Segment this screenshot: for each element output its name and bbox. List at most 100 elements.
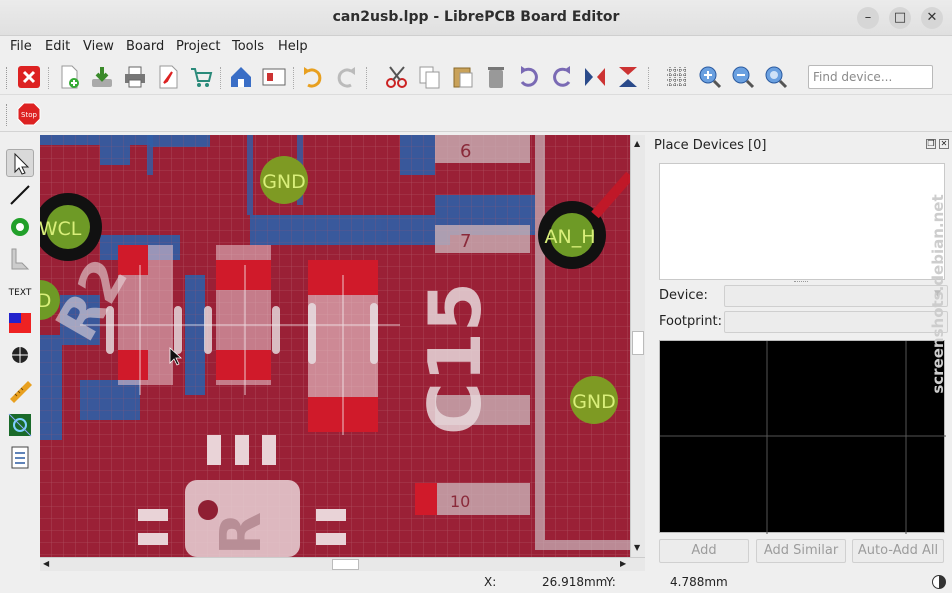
add-button[interactable]: Add: [659, 539, 749, 563]
flip-vertical-icon[interactable]: [615, 64, 641, 90]
toolbar-grip[interactable]: [6, 104, 9, 126]
menu-tools[interactable]: Tools: [232, 39, 264, 54]
canvas-label-can-h: AN_H: [545, 226, 596, 248]
title-bar: can2usb.lpp - LibrePCB Board Editor – □ …: [0, 0, 952, 36]
menu-bar: File Edit View Board Project Tools Help: [0, 37, 952, 59]
toolbar-separator: [366, 67, 368, 89]
grid-icon[interactable]: [664, 64, 690, 90]
menu-file[interactable]: File: [10, 39, 32, 54]
flip-horizontal-icon[interactable]: [582, 64, 608, 90]
rotate-ccw-icon[interactable]: [516, 64, 542, 90]
dock-close-icon[interactable]: ✕: [939, 139, 949, 149]
control-panel-icon[interactable]: [228, 64, 254, 90]
status-bar: X: 26.918mm Y: 4.788mm: [0, 573, 952, 593]
close-project-icon[interactable]: [16, 64, 42, 90]
board-setup-icon[interactable]: [6, 411, 34, 439]
dock-title: Place Devices [0]: [654, 138, 767, 153]
y-label: Y:: [606, 575, 616, 589]
toolbar-grip[interactable]: [6, 67, 9, 89]
copy-icon[interactable]: [417, 64, 443, 90]
maximize-button[interactable]: □: [889, 7, 911, 29]
scroll-down-icon[interactable]: ▼: [634, 543, 640, 552]
checklist-icon[interactable]: [6, 443, 34, 471]
delete-icon[interactable]: [483, 64, 509, 90]
find-device-input[interactable]: [808, 65, 933, 89]
splitter-handle[interactable]: [794, 281, 808, 284]
draw-polygon-icon[interactable]: [6, 245, 34, 273]
device-select[interactable]: ▼: [724, 285, 948, 307]
new-icon[interactable]: [56, 64, 82, 90]
vertical-scroll-thumb[interactable]: [632, 331, 644, 355]
menu-board[interactable]: Board: [126, 39, 164, 54]
horizontal-scroll-thumb[interactable]: [332, 559, 359, 570]
zoom-out-icon[interactable]: [730, 64, 756, 90]
add-hole-icon[interactable]: [6, 341, 34, 369]
toolbar-separator: [220, 67, 222, 89]
add-similar-button[interactable]: Add Similar: [756, 539, 846, 563]
scroll-up-icon[interactable]: ▲: [634, 139, 640, 148]
footprint-select[interactable]: [724, 311, 948, 333]
menu-edit[interactable]: Edit: [45, 39, 70, 54]
scroll-right-icon[interactable]: ▶: [620, 559, 626, 568]
y-value: 4.788mm: [670, 575, 728, 589]
footprint-label: Footprint:: [659, 314, 722, 329]
paste-icon[interactable]: [450, 64, 476, 90]
export-pdf-icon[interactable]: [155, 64, 181, 90]
auto-add-all-button[interactable]: Auto-Add All: [852, 539, 944, 563]
add-plane-icon[interactable]: [6, 309, 34, 337]
canvas-label-gnd-top: GND: [262, 171, 306, 193]
redo-icon[interactable]: [333, 64, 359, 90]
x-value: 26.918mm: [542, 575, 608, 589]
canvas-label-wcl: WCL: [40, 218, 82, 240]
print-icon[interactable]: [122, 64, 148, 90]
canvas-label-r: R: [209, 512, 274, 555]
footprint-preview: [659, 340, 946, 534]
place-devices-dock: Place Devices [0] ❐ ✕ Device: ▼ Footprin…: [648, 133, 952, 573]
board-canvas[interactable]: 6 7 10 C15 R2 R GND GND WCL D AN_H: [40, 135, 630, 557]
horizontal-scrollbar[interactable]: ◀ ▶: [40, 557, 645, 571]
unplaced-devices-list[interactable]: [659, 163, 945, 280]
main-window: can2usb.lpp - LibrePCB Board Editor – □ …: [0, 0, 952, 593]
canvas-label-c15: C15: [413, 282, 497, 435]
tools-toolbar: TEXT: [0, 133, 38, 573]
command-toolbar: Stop: [0, 96, 952, 132]
add-via-icon[interactable]: [6, 213, 34, 241]
add-text-icon[interactable]: TEXT: [6, 277, 34, 305]
measure-icon[interactable]: [6, 377, 34, 405]
device-label: Device:: [659, 288, 708, 303]
toolbar-separator: [48, 67, 50, 89]
zoom-fit-icon[interactable]: [763, 64, 789, 90]
rotate-cw-icon[interactable]: [549, 64, 575, 90]
cut-icon[interactable]: [384, 64, 410, 90]
watermark: screenshots.debian.net: [928, 180, 948, 410]
zoom-in-icon[interactable]: [697, 64, 723, 90]
minimize-button[interactable]: –: [857, 7, 879, 29]
canvas-label-6: 6: [460, 141, 471, 162]
undo-icon[interactable]: [300, 64, 326, 90]
draw-trace-icon[interactable]: [6, 181, 34, 209]
theme-toggle-icon[interactable]: [932, 575, 946, 589]
canvas-label-gnd-right: GND: [572, 391, 616, 413]
canvas-label-10: 10: [450, 492, 470, 511]
close-window-button[interactable]: ✕: [921, 7, 943, 29]
x-label: X:: [484, 575, 497, 589]
vertical-scrollbar[interactable]: ▲ ▼: [630, 135, 645, 557]
dock-float-icon[interactable]: ❐: [926, 139, 936, 149]
toolbar-separator: [293, 67, 295, 89]
toolbar-separator: [648, 67, 650, 89]
canvas-label-7: 7: [460, 231, 471, 252]
menu-help[interactable]: Help: [278, 39, 308, 54]
stop-label: Stop: [21, 111, 37, 119]
stop-icon[interactable]: Stop: [16, 101, 42, 127]
text-tool-label: TEXT: [8, 288, 32, 298]
window-title: can2usb.lpp - LibrePCB Board Editor: [332, 9, 620, 25]
menu-view[interactable]: View: [83, 39, 114, 54]
canvas-label-d: D: [40, 290, 51, 312]
order-pcb-icon[interactable]: [188, 64, 214, 90]
schematic-icon[interactable]: [261, 64, 287, 90]
scroll-left-icon[interactable]: ◀: [43, 559, 49, 568]
save-icon[interactable]: [89, 64, 115, 90]
menu-project[interactable]: Project: [176, 39, 220, 54]
select-tool-icon[interactable]: [6, 149, 34, 177]
watermark-text: screenshots.debian.net: [929, 194, 947, 394]
